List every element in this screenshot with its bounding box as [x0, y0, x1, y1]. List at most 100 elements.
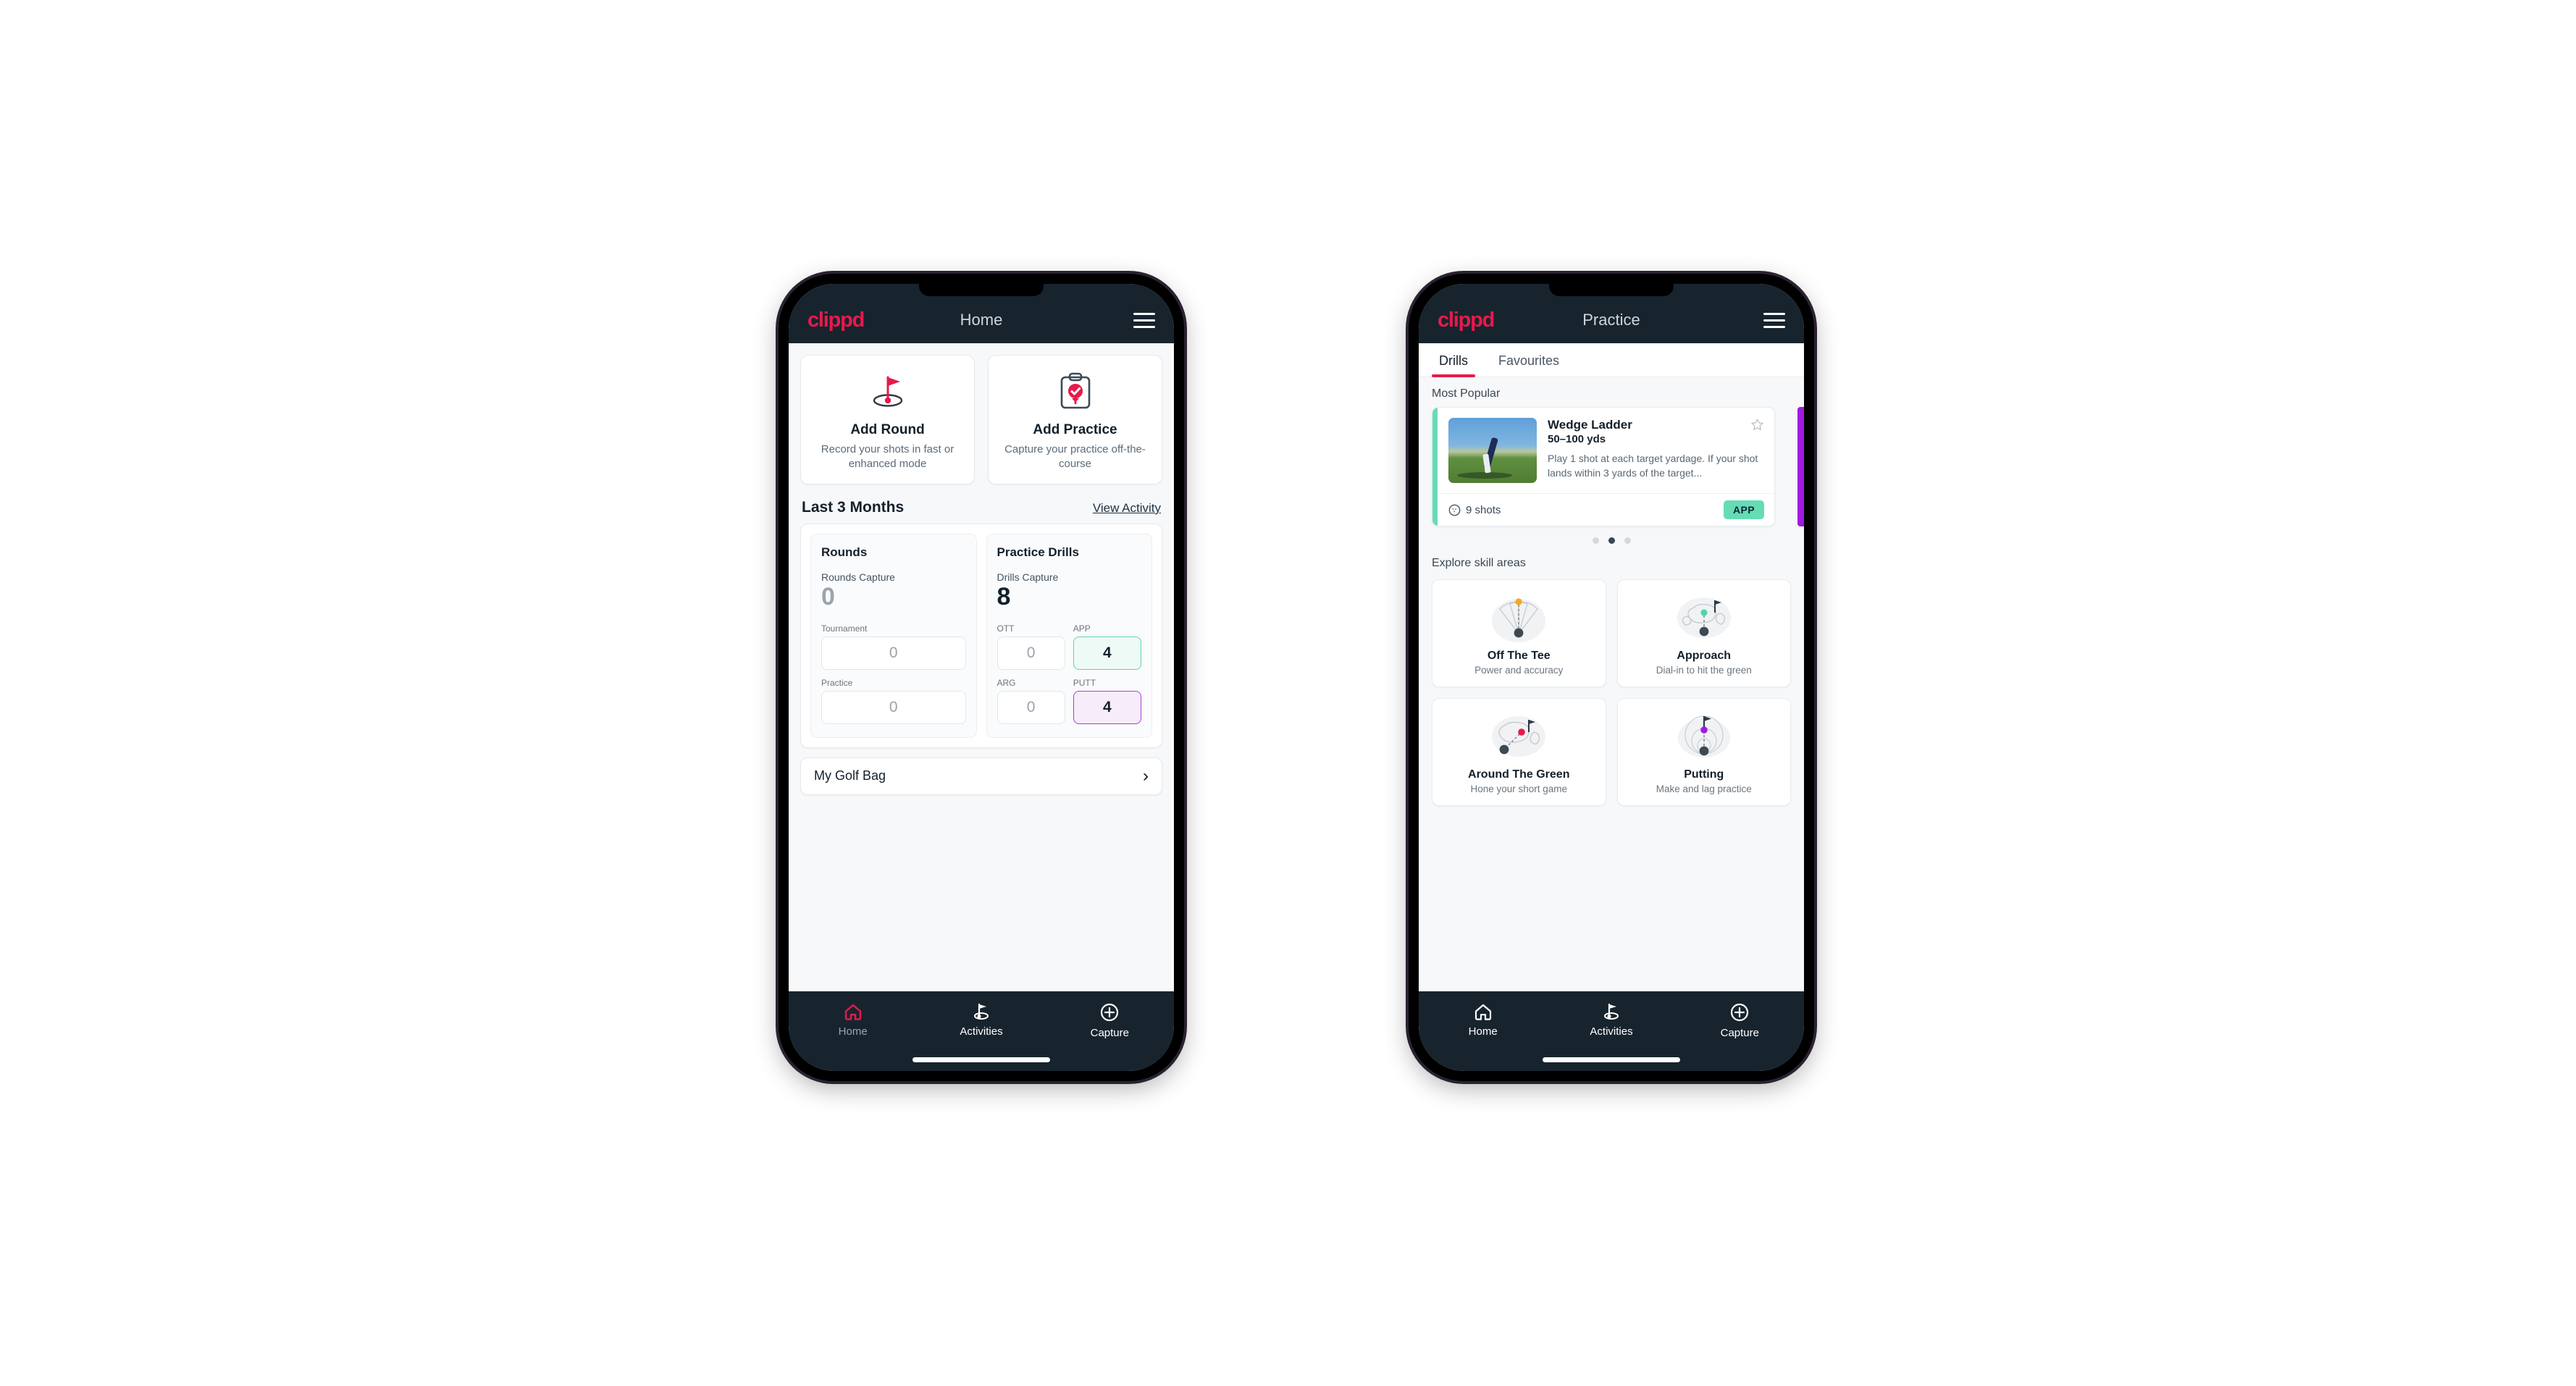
nav-activities-label: Activities: [1590, 1025, 1633, 1038]
drill-title: Wedge Ladder: [1548, 418, 1632, 432]
drill-card-main: Wedge Ladder 50–100 yds Play 1 shot at e…: [1432, 408, 1774, 493]
add-practice-card[interactable]: Add Practice Capture your practice off-t…: [988, 355, 1162, 484]
green-approach-icon: [1624, 590, 1785, 645]
drill-carousel[interactable]: Wedge Ladder 50–100 yds Play 1 shot at e…: [1419, 407, 1804, 526]
nav-home-label: Home: [1468, 1025, 1498, 1038]
phone-practice: clippd Practice Drills Favourites Most P…: [1409, 274, 1814, 1081]
tournament-label: Tournament: [821, 623, 868, 634]
rounds-column: Rounds Rounds Capture 0 Tournament 0 Pra…: [810, 534, 977, 738]
next-card-peek[interactable]: [1797, 407, 1804, 526]
add-round-title: Add Round: [850, 422, 925, 437]
nav-activities[interactable]: Activities: [1547, 1003, 1675, 1038]
ott-value[interactable]: 0: [997, 636, 1065, 670]
view-activity-link[interactable]: View Activity: [1093, 501, 1161, 516]
golf-flag-hole-icon: [808, 370, 967, 412]
nav-capture-label: Capture: [1720, 1027, 1759, 1039]
clippd-logo[interactable]: clippd: [807, 309, 865, 331]
drill-category-badge: APP: [1724, 500, 1764, 519]
add-practice-subtitle: Capture your practice off-the-course: [1004, 443, 1146, 470]
canvas: clippd Home Add Round Record your shots …: [0, 0, 2576, 1386]
putt-label: PUTT: [1073, 677, 1096, 688]
golf-ball-icon: [1448, 504, 1461, 516]
drill-yardage: 50–100 yds: [1548, 433, 1606, 445]
practice-drills-column: Practice Drills Drills Capture 8 OTT 0 A…: [986, 534, 1152, 738]
ott-field-group: OTT 0: [997, 623, 1065, 670]
nav-capture[interactable]: Capture: [1676, 1003, 1804, 1039]
phone-home: clippd Home Add Round Record your shots …: [779, 274, 1184, 1081]
drill-text-block: Wedge Ladder 50–100 yds Play 1 shot at e…: [1548, 418, 1764, 483]
nav-activities[interactable]: Activities: [917, 1003, 1045, 1038]
tournament-value[interactable]: 0: [821, 636, 966, 670]
skill-subtitle: Hone your short game: [1470, 784, 1568, 794]
rounds-heading: Rounds: [821, 545, 868, 559]
drills-heading: Practice Drills: [997, 545, 1079, 559]
my-golf-bag-row[interactable]: My Golf Bag ›: [800, 757, 1162, 795]
putting-rings-icon: [1624, 709, 1785, 764]
drill-shots: 9 shots: [1448, 504, 1501, 516]
skill-card-off-the-tee[interactable]: Off The Tee Power and accuracy: [1432, 579, 1606, 687]
most-popular-label: Most Popular: [1432, 387, 1501, 400]
home-icon: [844, 1004, 861, 1020]
nav-capture[interactable]: Capture: [1046, 1003, 1174, 1039]
drill-card-wedge-ladder[interactable]: Wedge Ladder 50–100 yds Play 1 shot at e…: [1432, 407, 1775, 526]
tab-drills[interactable]: Drills: [1432, 343, 1475, 377]
skill-title: Around The Green: [1468, 768, 1570, 781]
app-value[interactable]: 4: [1073, 636, 1141, 670]
plus-circle-icon: [1731, 1003, 1749, 1022]
home-icon: [1474, 1004, 1491, 1020]
skill-subtitle: Power and accuracy: [1474, 665, 1564, 676]
nav-home-label: Home: [838, 1025, 868, 1038]
carousel-dots[interactable]: [1419, 526, 1804, 547]
device-notch: [1549, 284, 1674, 296]
drill-title-row: Wedge Ladder 50–100 yds: [1548, 418, 1764, 445]
my-golf-bag-label: My Golf Bag: [814, 768, 886, 784]
add-round-subtitle: Record your shots in fast or enhanced mo…: [821, 443, 955, 470]
skill-title: Off The Tee: [1487, 650, 1551, 662]
arg-label: ARG: [997, 677, 1016, 688]
rounds-capture-label: Rounds Capture: [821, 571, 895, 583]
nav-activities-label: Activities: [960, 1025, 1003, 1038]
drill-shots-label: 9 shots: [1466, 503, 1501, 516]
skill-subtitle: Make and lag practice: [1656, 784, 1752, 794]
last-3-months-header: Last 3 Months View Activity: [789, 484, 1174, 524]
carousel-dot[interactable]: [1624, 537, 1631, 544]
app-field-group: APP 4: [1073, 623, 1141, 670]
plus-circle-icon: [1101, 1003, 1119, 1022]
skill-card-putting[interactable]: Putting Make and lag practice: [1616, 698, 1791, 806]
tab-favourites[interactable]: Favourites: [1491, 343, 1566, 377]
hamburger-icon[interactable]: [1763, 312, 1785, 328]
stats-card: Rounds Rounds Capture 0 Tournament 0 Pra…: [800, 524, 1162, 748]
home-indicator: [912, 1057, 1050, 1062]
hamburger-icon[interactable]: [1133, 312, 1155, 328]
drills-row-1: OTT 0 APP 4: [997, 623, 1141, 670]
quick-actions-row: Add Round Record your shots in fast or e…: [789, 343, 1174, 484]
skill-card-approach[interactable]: Approach Dial-in to hit the green: [1616, 579, 1791, 687]
carousel-dot[interactable]: [1592, 537, 1599, 544]
practice-value[interactable]: 0: [821, 690, 966, 724]
carousel-dot-active[interactable]: [1608, 537, 1615, 544]
arg-field-group: ARG 0: [997, 678, 1065, 724]
nav-home[interactable]: Home: [789, 1003, 917, 1038]
home-indicator: [1543, 1057, 1680, 1062]
putt-value[interactable]: 4: [1073, 690, 1141, 724]
bottom-nav-home: Home Activities Capture: [789, 991, 1174, 1071]
add-round-card[interactable]: Add Round Record your shots in fast or e…: [800, 355, 975, 484]
drill-description: Play 1 shot at each target yardage. If y…: [1548, 453, 1758, 479]
drills-row-2: ARG 0 PUTT 4: [997, 678, 1141, 724]
putt-field-group: PUTT 4: [1073, 678, 1141, 724]
explore-skill-areas-label: Explore skill areas: [1432, 557, 1526, 569]
drills-capture-value: 8: [997, 583, 1011, 610]
drill-card-footer: 9 shots APP: [1432, 493, 1774, 526]
star-outline-icon[interactable]: [1750, 418, 1764, 432]
nav-capture-label: Capture: [1090, 1027, 1129, 1039]
golf-flag-icon: [973, 1003, 989, 1020]
drill-thumbnail: [1448, 418, 1537, 483]
home-scroll-body: Add Round Record your shots in fast or e…: [789, 343, 1174, 991]
skill-card-around-the-green[interactable]: Around The Green Hone your short game: [1432, 698, 1606, 806]
nav-home[interactable]: Home: [1419, 1003, 1547, 1038]
skill-subtitle: Dial-in to hit the green: [1656, 665, 1752, 676]
section-title: Last 3 Months: [802, 499, 905, 516]
screen-home: clippd Home Add Round Record your shots …: [789, 284, 1174, 1071]
arg-value[interactable]: 0: [997, 690, 1065, 724]
clippd-logo[interactable]: clippd: [1438, 309, 1495, 331]
